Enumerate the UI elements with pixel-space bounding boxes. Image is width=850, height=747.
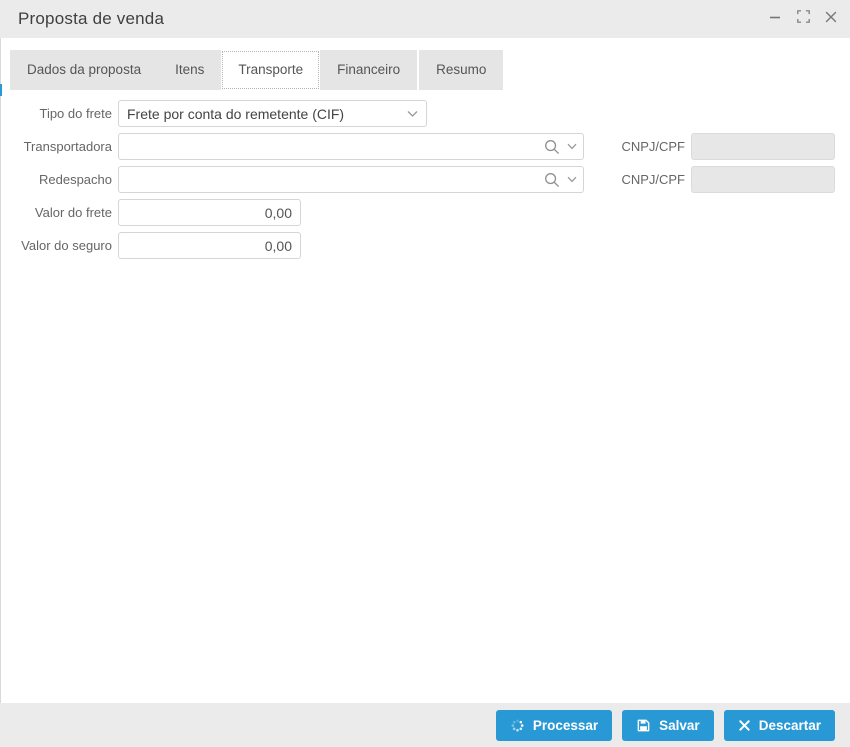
footer-bar: Processar Salvar Descartar: [0, 703, 850, 747]
freight-value-label: Valor do frete: [34, 205, 112, 220]
transport-form: Tipo do frete Frete por conta do remeten…: [0, 100, 850, 265]
window-title: Proposta de venda: [18, 9, 165, 28]
freight-type-label: Tipo do frete: [39, 106, 112, 121]
titlebar: Proposta de venda: [0, 0, 850, 38]
freight-value-input[interactable]: [118, 199, 301, 226]
redispatch-combo: [118, 166, 584, 193]
discard-button[interactable]: Descartar: [723, 709, 835, 741]
minimize-button[interactable]: [764, 8, 786, 30]
background-artifact: [0, 84, 2, 96]
redispatch-doc-input: [691, 166, 835, 193]
insurance-value-label: Valor do seguro: [21, 238, 112, 253]
redispatch-input[interactable]: [127, 167, 540, 192]
minimize-icon: [769, 10, 781, 28]
spinner-icon: [510, 718, 525, 733]
process-button[interactable]: Processar: [495, 709, 613, 741]
save-button[interactable]: Salvar: [622, 709, 714, 741]
carrier-doc-label: CNPJ/CPF: [621, 139, 685, 154]
carrier-combo: [118, 133, 584, 160]
freight-type-row: Tipo do frete Frete por conta do remeten…: [0, 100, 850, 127]
redispatch-row: Redespacho CNPJ/CPF: [0, 166, 850, 193]
save-icon: [636, 718, 651, 733]
close-icon: [825, 10, 837, 28]
tab-financeiro[interactable]: Financeiro: [320, 50, 418, 90]
x-icon: [738, 719, 751, 732]
maximize-button[interactable]: [792, 8, 814, 30]
save-button-label: Salvar: [659, 717, 700, 733]
tab-bar: Dados da proposta Itens Transporte Finan…: [10, 50, 504, 90]
chevron-down-icon: [407, 110, 418, 118]
freight-type-value: Frete por conta do remetente (CIF): [127, 105, 345, 122]
freight-value-row: Valor do frete: [0, 199, 850, 226]
carrier-label: Transportadora: [23, 139, 112, 154]
process-button-label: Processar: [532, 717, 599, 733]
carrier-input[interactable]: [127, 134, 540, 159]
insurance-value-row: Valor do seguro: [0, 232, 850, 259]
tab-itens[interactable]: Itens: [158, 50, 222, 90]
carrier-row: Transportadora CNPJ/CPF: [0, 133, 850, 160]
window-controls: [764, 0, 842, 38]
freight-type-select[interactable]: Frete por conta do remetente (CIF): [118, 100, 427, 127]
redispatch-label: Redespacho: [39, 172, 112, 187]
tab-resumo[interactable]: Resumo: [419, 50, 504, 90]
maximize-icon: [796, 10, 810, 28]
tab-transporte[interactable]: Transporte: [221, 50, 321, 90]
carrier-doc-input: [691, 133, 835, 160]
redispatch-doc-label: CNPJ/CPF: [621, 172, 685, 187]
discard-button-label: Descartar: [758, 717, 821, 733]
tab-dados-da-proposta[interactable]: Dados da proposta: [10, 50, 159, 90]
insurance-value-input[interactable]: [118, 232, 301, 259]
close-button[interactable]: [820, 8, 842, 30]
